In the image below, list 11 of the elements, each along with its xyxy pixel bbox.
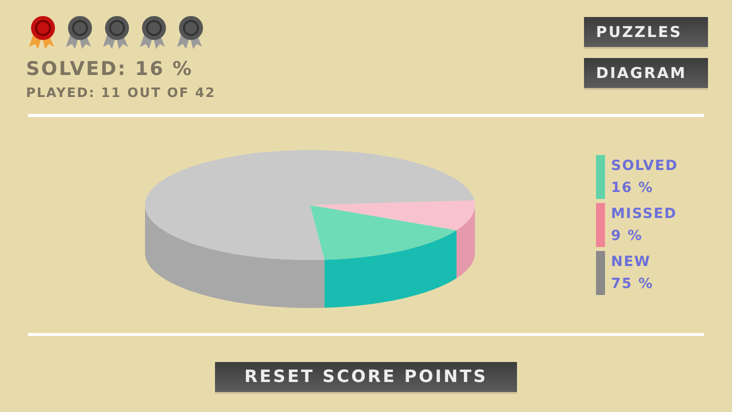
legend-value: 75 % — [611, 275, 654, 294]
played-count: PLAYED: 11 OUT OF 42 — [26, 86, 216, 101]
legend-label: NEW — [611, 253, 652, 272]
solved-percentage: SOLVED: 16 % — [26, 58, 194, 80]
legend-label: SOLVED — [611, 157, 678, 176]
nav-button[interactable]: DIAGRAM — [584, 58, 708, 90]
reset-button[interactable]: RESET SCORE POINTS — [215, 362, 517, 394]
legend-value: 9 % — [611, 227, 644, 246]
legend-value: 16 % — [611, 179, 654, 198]
legend-label: MISSED — [611, 205, 677, 224]
nav-button[interactable]: PUZZLES — [584, 17, 708, 49]
